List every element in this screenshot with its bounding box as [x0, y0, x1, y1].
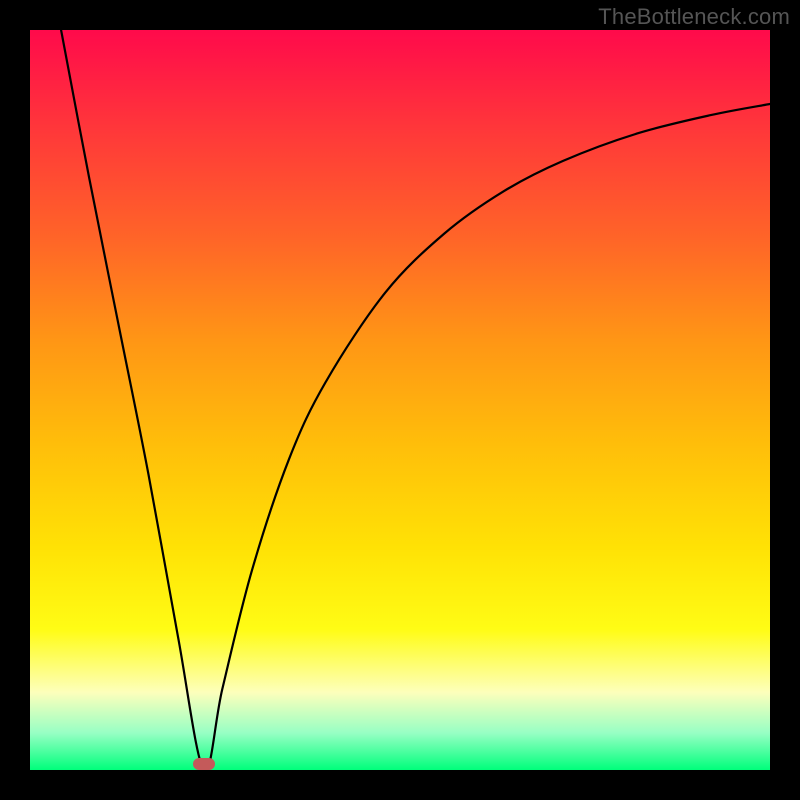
- min-marker: [193, 758, 215, 770]
- plot-area: [30, 30, 770, 770]
- bottleneck-curve: [30, 30, 770, 770]
- chart-frame: TheBottleneck.com: [0, 0, 800, 800]
- watermark-text: TheBottleneck.com: [598, 4, 790, 30]
